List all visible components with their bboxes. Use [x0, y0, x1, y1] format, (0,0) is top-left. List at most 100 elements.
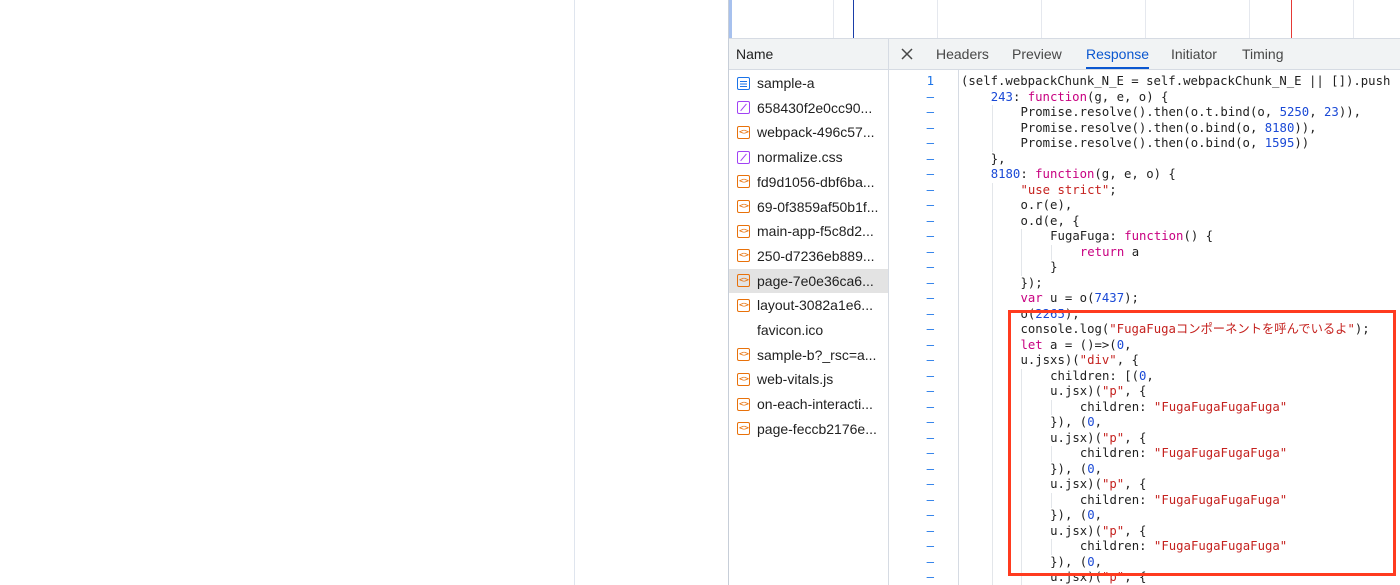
request-name: normalize.css — [757, 149, 843, 166]
line-number: – — [926, 539, 934, 553]
code-token: 0 — [1087, 554, 1095, 569]
request-name: on-each-interacti... — [757, 396, 873, 413]
code-text: u.jsx)("p", { — [1050, 431, 1146, 447]
request-row[interactable]: web-vitals.js — [729, 367, 888, 391]
code-text: u.jsx)("p", { — [1050, 524, 1146, 540]
code-token: console.log( — [1020, 322, 1110, 336]
request-row[interactable]: normalize.css — [729, 145, 888, 169]
code-token: o.d(e, { — [1020, 213, 1080, 228]
code-token: "p" — [1101, 430, 1125, 445]
code-token: , — [1309, 105, 1324, 119]
request-row[interactable]: sample-a — [729, 71, 888, 95]
code-line: –}, — [890, 152, 1400, 168]
code-line: – 243: function(g, e, o) { — [890, 90, 1400, 106]
script-icon — [737, 372, 750, 386]
code-line: –}); — [890, 276, 1400, 292]
tab-initiator[interactable]: Initiator — [1171, 39, 1217, 69]
request-row[interactable]: webpack-496c57... — [729, 120, 888, 144]
code-token: , — [1124, 337, 1132, 352]
code-text: }); — [1020, 276, 1042, 292]
request-row[interactable]: page-7e0e36ca6... — [729, 268, 888, 293]
code-token: ; — [1109, 182, 1117, 197]
code-token: o( — [1020, 306, 1036, 321]
close-icon[interactable] — [899, 46, 915, 62]
code-text: u.jsxs)("div", { — [1020, 353, 1138, 369]
line-number: – — [926, 492, 934, 507]
request-row[interactable]: main-app-f5c8d2... — [729, 219, 888, 243]
code-line: – o.r(e), — [890, 198, 1400, 214]
code-text: }), (0, — [1050, 462, 1102, 478]
code-line: – o(2265), — [890, 307, 1400, 323]
line-number: – — [926, 415, 934, 429]
line-number: – — [926, 244, 934, 259]
code-text: }), (0, — [1050, 415, 1102, 431]
request-name: 250-d7236eb889... — [757, 247, 875, 264]
indent-guide — [1051, 539, 1053, 555]
code-token: "FugaFugaFugaFuga" — [1153, 492, 1288, 507]
code-token: "p" — [1101, 384, 1125, 398]
dom-content-loaded-marker — [853, 0, 854, 38]
line-number: – — [926, 570, 934, 584]
line-number: – — [926, 477, 934, 491]
request-row[interactable]: on-each-interacti... — [729, 392, 888, 416]
code-line: – u.jsx)("p", { — [890, 570, 1400, 585]
code-line: – Promise.resolve().then(o.bind(o, 1595)) — [890, 136, 1400, 152]
code-token: , — [1146, 368, 1154, 383]
request-row[interactable]: favicon.ico — [729, 318, 888, 342]
code-token: FugaFuga: — [1050, 229, 1125, 243]
tab-preview[interactable]: Preview — [1012, 39, 1062, 69]
line-number: – — [926, 446, 934, 460]
tab-response[interactable]: Response — [1086, 39, 1150, 69]
line-number: – — [926, 229, 934, 243]
request-name: 69-0f3859af50b1f... — [757, 198, 879, 215]
code-text: }, — [991, 152, 1006, 168]
line-number: 1 — [926, 74, 934, 88]
script-icon — [737, 200, 750, 213]
response-source-viewer[interactable]: 1 (self.webpackChunk_N_E = self.webpackCh… — [890, 70, 1400, 585]
request-row[interactable]: sample-b?_rsc=a... — [729, 343, 888, 367]
name-column-header[interactable]: Name — [729, 39, 889, 69]
code-token: let — [1020, 337, 1043, 352]
request-row[interactable]: 658430f2e0cc90... — [729, 96, 888, 120]
script-icon — [737, 298, 750, 312]
line-number: – — [926, 523, 934, 538]
script-icon — [737, 125, 750, 139]
code-token: ); — [1124, 291, 1139, 305]
code-token: "FugaFugaFugaFuga" — [1153, 446, 1288, 460]
request-name: page-7e0e36ca6... — [757, 272, 874, 289]
tab-timing[interactable]: Timing — [1242, 39, 1284, 69]
code-line: – children: "FugaFugaFugaFuga" — [890, 400, 1400, 416]
request-list: sample-a 658430f2e0cc90... webpack-496c57.… — [729, 70, 889, 585]
request-row[interactable]: 250-d7236eb889... — [729, 244, 888, 268]
code-token: 8180 — [1264, 120, 1295, 135]
code-text: children: "FugaFugaFugaFuga" — [1080, 539, 1287, 555]
code-token: 23 — [1324, 105, 1339, 119]
code-text: u.jsx)("p", { — [1050, 477, 1146, 493]
code-token: ), — [1064, 306, 1080, 321]
code-line: – console.log("FugaFugaコンポーネントを呼んでいるよ"); — [890, 322, 1400, 338]
line-number: – — [926, 322, 934, 336]
code-token: } — [1050, 260, 1058, 274]
line-number: – — [926, 353, 934, 367]
code-token: 2265 — [1035, 306, 1065, 321]
code-line: – u.jsxs)("div", { — [890, 353, 1400, 369]
request-row[interactable]: page-feccb2176e... — [729, 417, 888, 441]
request-row[interactable]: fd9d1056-dbf6ba... — [729, 170, 888, 194]
code-token: children: — [1079, 539, 1154, 553]
request-name: favicon.ico — [757, 322, 824, 338]
code-token: "div" — [1079, 353, 1117, 367]
code-token: (g, e, o) { — [1094, 167, 1176, 181]
code-token: children: — [1079, 446, 1154, 460]
timeline-gridline — [1249, 0, 1250, 38]
line-number: – — [926, 167, 934, 181]
script-icon — [737, 224, 750, 238]
code-token: function — [1035, 167, 1095, 181]
code-token: }, — [990, 151, 1006, 166]
code-token: )), — [1338, 105, 1362, 119]
request-row[interactable]: 69-0f3859af50b1f... — [729, 195, 888, 219]
request-row[interactable]: layout-3082a1e6... — [729, 293, 888, 317]
code-token: , { — [1124, 430, 1147, 445]
network-overview-timeline[interactable] — [729, 0, 1400, 39]
tab-headers[interactable]: Headers — [936, 39, 989, 69]
code-text: "use strict"; — [1020, 183, 1116, 199]
